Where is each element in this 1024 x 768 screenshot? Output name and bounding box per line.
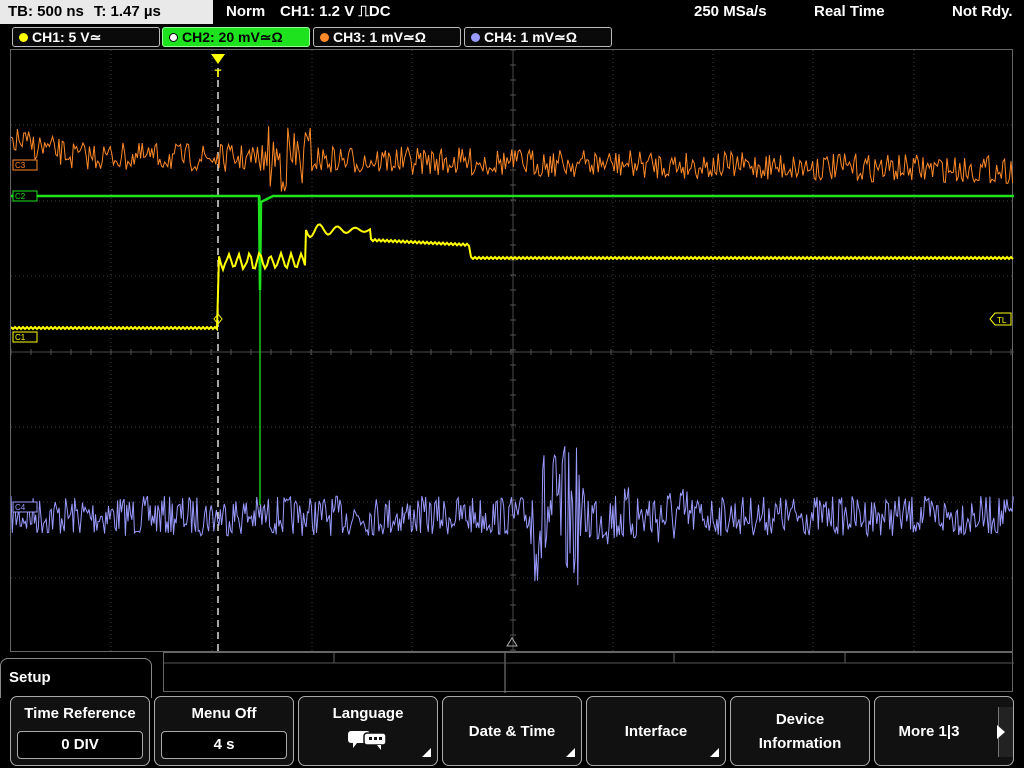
ch1-color-dot [19, 33, 28, 42]
submenu-indicator-icon [422, 748, 431, 757]
c1-marker-label: C1 [15, 333, 26, 342]
ch3-label: CH3: 1 mV≃Ω [333, 29, 426, 45]
trigger-mode[interactable]: Norm [226, 0, 265, 24]
channel-tab-ch2[interactable]: CH2: 20 mV≃Ω [162, 27, 310, 47]
trigger-marker-label: T [215, 68, 222, 80]
timebase-label: TB: 500 ns [8, 3, 84, 20]
ch4-label: CH4: 1 mV≃Ω [484, 29, 577, 45]
interface-softkey[interactable]: Interface [586, 696, 726, 766]
device-information-label-line1: Device [775, 711, 825, 728]
c4-marker-label: C4 [15, 503, 26, 512]
c3-marker-label: C3 [15, 161, 26, 170]
menu-off-value[interactable]: 4 s [161, 731, 287, 759]
c2-level-marker[interactable]: C2 [12, 190, 38, 202]
more-softkey[interactable]: More 1|3 [874, 696, 1014, 766]
lower-divider-strip [163, 652, 1014, 693]
date-time-softkey[interactable]: Date & Time [442, 696, 582, 766]
language-label: Language [332, 705, 404, 722]
interface-label: Interface [624, 723, 688, 740]
menu-off-label: Menu Off [191, 705, 257, 722]
trigger-info[interactable]: CH1: 1.2 V ⎍DC [280, 0, 391, 24]
date-time-label: Date & Time [468, 723, 556, 740]
time-reference-label: Time Reference [24, 705, 136, 722]
ch1-label: CH1: 5 V≃ [32, 29, 102, 45]
submenu-indicator-icon [710, 748, 719, 757]
ch3-color-dot [320, 33, 329, 42]
ch3-trace [11, 126, 1014, 192]
ch1-trace [11, 223, 1014, 332]
status-bar: TB: 500 ns T: 1.47 µs Norm CH1: 1.2 V ⎍DC… [0, 0, 1024, 26]
c2-marker-label: C2 [15, 192, 26, 201]
ch2-color-dot [169, 33, 178, 42]
language-softkey[interactable]: Language [298, 696, 438, 766]
menu-off-softkey[interactable]: Menu Off 4 s [154, 696, 294, 766]
menu-title-label: Setup [9, 669, 51, 686]
device-information-softkey[interactable]: Device Information [730, 696, 870, 766]
channel-tab-ch4[interactable]: CH4: 1 mV≃Ω [464, 27, 612, 47]
c1-level-marker[interactable]: C1 [12, 331, 38, 343]
waveform-canvas: T C3 C2 C1 C4 TL [11, 50, 1014, 653]
next-page-arrow-icon [997, 725, 1005, 739]
graticule-ticks [11, 50, 1012, 651]
horizontal-reference-marker [506, 637, 518, 647]
submenu-indicator-icon [566, 748, 575, 757]
timebase-box[interactable]: TB: 500 ns T: 1.47 µs [0, 0, 213, 24]
sample-rate: 250 MSa/s [694, 3, 767, 20]
speech-bubbles-icon [348, 731, 387, 750]
waveform-display[interactable]: T C3 C2 C1 C4 TL [10, 49, 1014, 653]
trigger-level-label: TL [997, 316, 1007, 325]
acquisition-mode: Real Time [814, 3, 885, 20]
acquisition-state: Not Rdy. [952, 3, 1013, 20]
c3-level-marker[interactable]: C3 [12, 159, 38, 171]
device-information-label-line2: Information [758, 735, 842, 752]
channel-tab-ch1[interactable]: CH1: 5 V≃ [12, 27, 160, 47]
ch2-label: CH2: 20 mV≃Ω [182, 29, 283, 45]
time-reference-value[interactable]: 0 DIV [17, 731, 143, 759]
menu-title: Setup [0, 658, 152, 698]
c4-level-marker[interactable]: C4 [12, 501, 38, 513]
channel-tab-ch3[interactable]: CH3: 1 mV≃Ω [313, 27, 461, 47]
trigger-time-label: T: 1.47 µs [93, 3, 161, 20]
time-reference-softkey[interactable]: Time Reference 0 DIV [10, 696, 150, 766]
trigger-position-marker[interactable] [211, 54, 225, 64]
ch4-trace [11, 446, 1014, 586]
more-label: More 1|3 [898, 723, 960, 740]
ch4-color-dot [471, 33, 480, 42]
trigger-level-marker[interactable]: TL [989, 312, 1012, 326]
